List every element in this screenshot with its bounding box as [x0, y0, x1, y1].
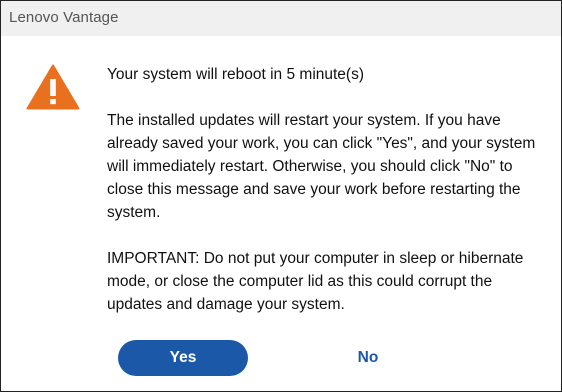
message-important: IMPORTANT: Do not put your computer in s…	[107, 250, 524, 313]
window-title: Lenovo Vantage	[9, 9, 119, 26]
message-heading: Your system will reboot in 5 minute(s)	[107, 66, 364, 83]
yes-button[interactable]: Yes	[118, 340, 248, 376]
title-bar[interactable]: Lenovo Vantage	[1, 1, 561, 36]
message-text: Your system will reboot in 5 minute(s) T…	[107, 63, 547, 316]
warning-icon	[26, 64, 80, 110]
message-body: The installed updates will restart your …	[107, 112, 536, 221]
dialog-window: Lenovo Vantage Your system will reboot i…	[0, 0, 562, 392]
no-button[interactable]: No	[303, 340, 433, 376]
